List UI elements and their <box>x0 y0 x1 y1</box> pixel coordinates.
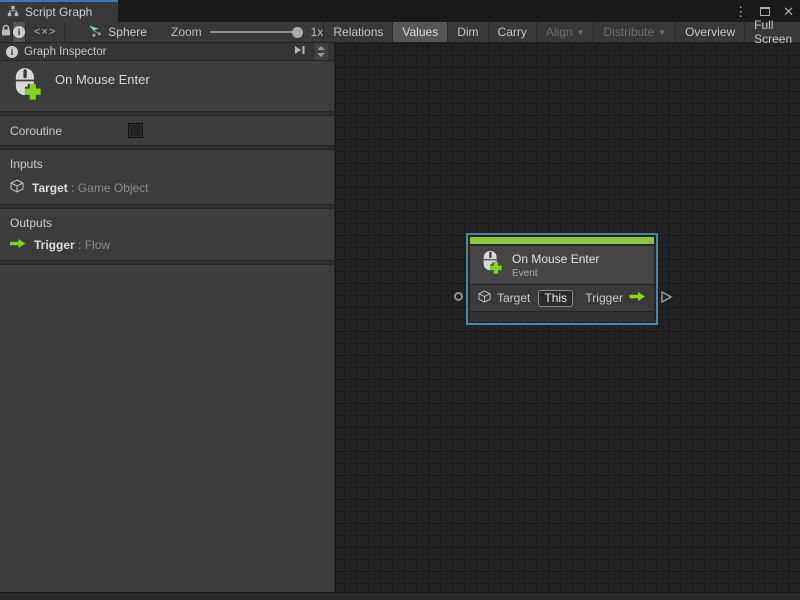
maximize-icon[interactable] <box>760 7 770 16</box>
scroll-down-icon[interactable] <box>317 53 325 57</box>
node-title: On Mouse Enter <box>512 252 599 266</box>
graph-canvas[interactable]: On Mouse Enter Event Target This Trigger <box>336 43 800 592</box>
align-label: Align <box>546 25 573 39</box>
dim-label: Dim <box>457 25 478 39</box>
dock-panel-icon[interactable] <box>293 43 307 60</box>
node-output-label: Trigger <box>585 291 623 305</box>
object-picker-button[interactable] <box>572 291 573 306</box>
distribute-dropdown[interactable]: Distribute ▼ <box>593 22 675 42</box>
divider <box>0 260 334 265</box>
coroutine-label: Coroutine <box>10 124 128 138</box>
graph-inspector-panel: i Graph Inspector On Mouse Enter <box>0 43 335 592</box>
inputs-section: Inputs Target : Game Object <box>0 150 334 204</box>
input-port-type: : Game Object <box>71 181 148 195</box>
node-footer <box>470 312 654 321</box>
event-title: On Mouse Enter <box>55 72 150 87</box>
script-graph-icon <box>7 5 19 20</box>
graph-toolbar: i <×> Sphere Zoom 1x Relations Values <box>0 22 800 43</box>
chevron-down-icon: ▼ <box>577 29 585 37</box>
on-mouse-enter-icon <box>8 67 44 108</box>
node-subtitle: Event <box>512 268 599 279</box>
coroutine-row: Coroutine <box>0 116 334 145</box>
distribute-label: Distribute <box>603 25 654 39</box>
output-port-name: Trigger <box>34 238 75 252</box>
tab-script-graph[interactable]: Script Graph <box>0 0 118 22</box>
inspector-header-title: Graph Inspector <box>24 46 106 58</box>
zoom-slider-track[interactable] <box>210 31 303 33</box>
bottom-strip <box>0 592 800 600</box>
align-dropdown[interactable]: Align ▼ <box>536 22 594 42</box>
zoom-control: Zoom 1x <box>171 22 323 42</box>
output-port-type: : Flow <box>78 238 110 252</box>
event-title-section: On Mouse Enter <box>0 61 334 111</box>
node-output-port[interactable] <box>660 290 673 309</box>
game-object-cube-icon <box>10 179 24 196</box>
script-graph-asset-icon <box>88 24 102 41</box>
code-view-button[interactable]: <×> <box>26 22 65 42</box>
lock-button[interactable] <box>0 22 13 42</box>
input-port-name: Target <box>32 181 68 195</box>
menu-icon[interactable]: ⋮ <box>734 5 747 18</box>
zoom-value: 1x <box>311 25 324 39</box>
node-port-row: Target This Trigger <box>470 285 654 311</box>
node-accent-bar <box>470 237 654 244</box>
inspector-toggle-button[interactable]: i <box>13 22 26 42</box>
full-screen-button[interactable]: Full Screen <box>744 22 800 42</box>
lock-icon <box>0 24 12 40</box>
outputs-section: Outputs Trigger : Flow <box>0 209 334 260</box>
info-icon: i <box>13 26 25 38</box>
overview-button[interactable]: Overview <box>675 22 744 42</box>
node-input-port[interactable] <box>454 292 463 301</box>
target-object-value[interactable]: This <box>539 291 572 306</box>
values-label: Values <box>402 25 438 39</box>
dim-button[interactable]: Dim <box>447 22 487 42</box>
relations-label: Relations <box>333 25 383 39</box>
scroll-spinner[interactable] <box>313 43 328 60</box>
flow-arrow-icon <box>629 291 646 305</box>
full-screen-label: Full Screen <box>754 18 792 46</box>
window-tab-bar: Script Graph ⋮ ✕ <box>0 0 800 22</box>
game-object-cube-icon <box>478 290 491 306</box>
carry-label: Carry <box>498 25 527 39</box>
input-port-row: Target : Game Object <box>10 179 334 196</box>
graph-reference-label: Sphere <box>108 25 147 39</box>
scroll-up-icon[interactable] <box>317 46 325 50</box>
object-picker-icon <box>572 294 573 303</box>
node-header[interactable]: On Mouse Enter Event <box>470 246 654 284</box>
values-button[interactable]: Values <box>392 22 447 42</box>
relations-button[interactable]: Relations <box>323 22 392 42</box>
chevron-down-icon: ▼ <box>658 29 666 37</box>
on-mouse-enter-node[interactable]: On Mouse Enter Event Target This Trigger <box>466 233 658 325</box>
zoom-slider-handle[interactable] <box>292 27 303 38</box>
node-input-label: Target <box>497 291 530 305</box>
overview-label: Overview <box>685 25 735 39</box>
zoom-slider[interactable] <box>210 22 303 43</box>
carry-button[interactable]: Carry <box>488 22 536 42</box>
tab-title: Script Graph <box>25 5 92 19</box>
inspector-header: i Graph Inspector <box>0 43 334 61</box>
flow-arrow-icon <box>10 238 26 252</box>
close-icon[interactable]: ✕ <box>783 5 794 18</box>
code-icon: <×> <box>34 26 56 38</box>
zoom-label: Zoom <box>171 25 202 39</box>
coroutine-checkbox[interactable] <box>128 123 143 138</box>
on-mouse-enter-icon <box>478 250 504 281</box>
target-object-field[interactable]: This <box>538 290 573 307</box>
toolbar-toggles: Relations Values Dim Carry Align ▼ Distr… <box>323 22 800 42</box>
output-port-row: Trigger : Flow <box>10 238 334 252</box>
info-icon: i <box>6 46 18 58</box>
graph-reference[interactable]: Sphere <box>78 22 157 42</box>
outputs-header: Outputs <box>10 216 334 230</box>
inputs-header: Inputs <box>10 157 334 171</box>
